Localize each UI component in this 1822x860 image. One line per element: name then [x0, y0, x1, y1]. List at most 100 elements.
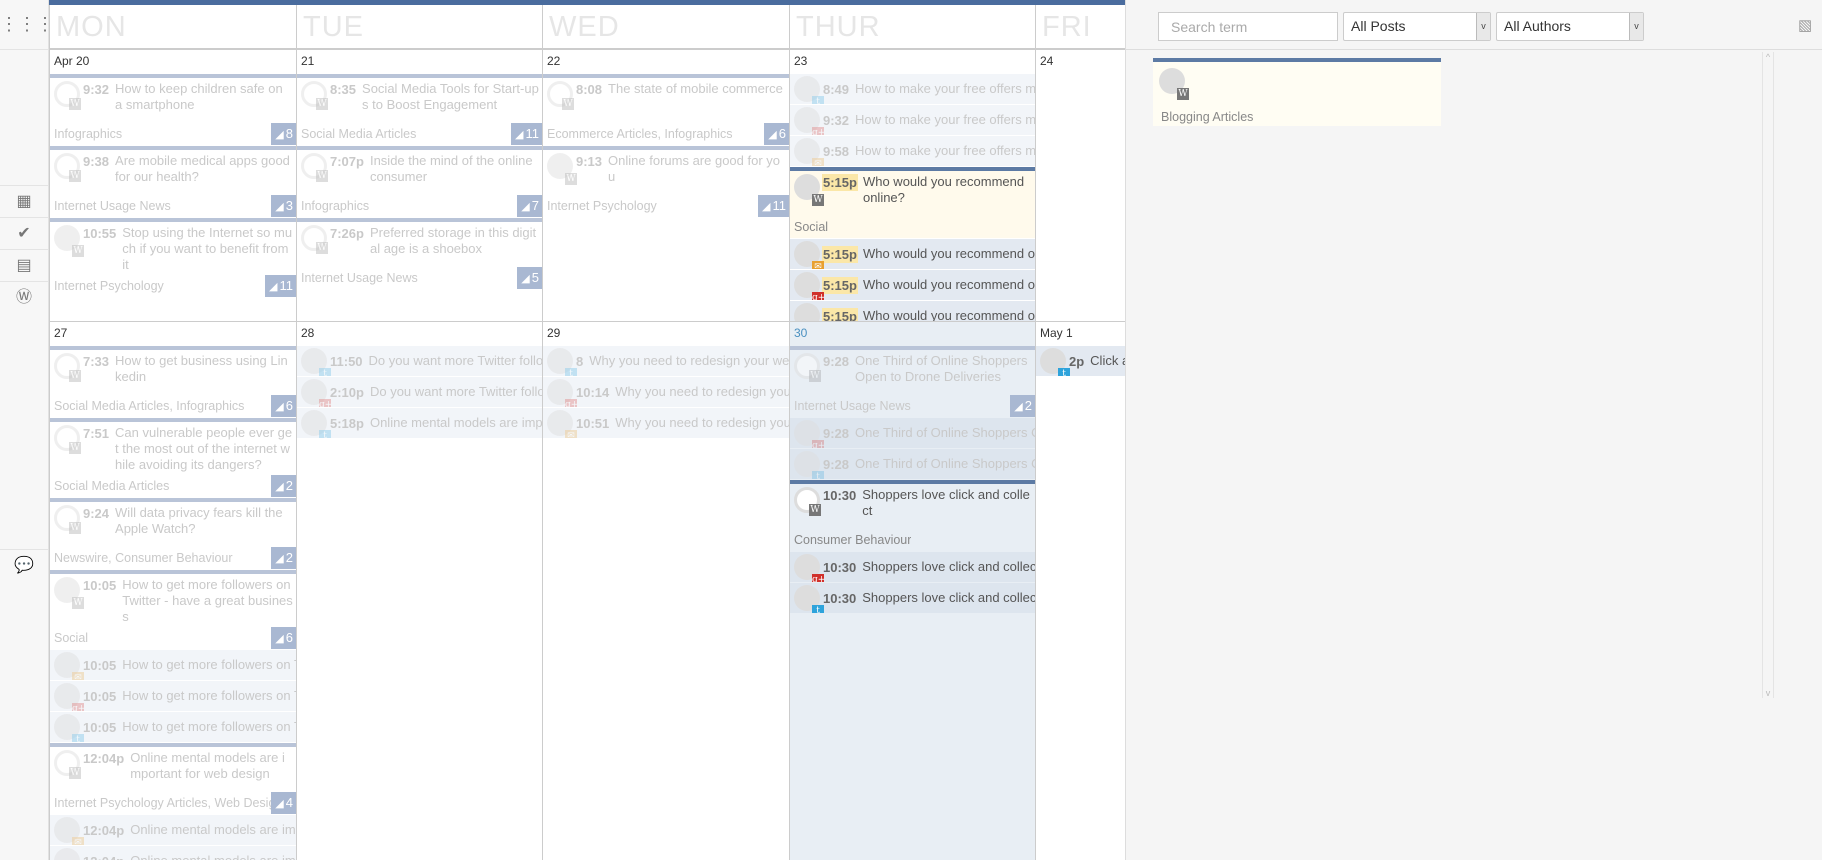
post-card[interactable]: W 10:55 Stop using the Internet so much if…	[50, 218, 296, 297]
post-title: How to get business using Linkedin	[115, 353, 288, 384]
post-card[interactable]: W 7:26p Preferred storage in this digital …	[297, 218, 542, 289]
calendar-icon[interactable]: ▦	[0, 185, 48, 217]
post-card[interactable]: W 7:33 How to get business using Linkedin S…	[50, 346, 296, 417]
hide-panel-icon[interactable]: ▧	[1798, 16, 1812, 34]
post-card[interactable]: W 5:15p Who would you recommend online? Soc…	[790, 167, 1035, 238]
stats-badge[interactable]: ◢ 2	[271, 475, 296, 497]
social-post[interactable]: ✉ 10:05 How to get more followers on T	[50, 650, 296, 680]
post-card[interactable]: W 9:24 Will data privacy fears kill the Ap…	[50, 498, 296, 569]
wordpress-icon[interactable]: Ⓦ	[0, 281, 48, 313]
stats-badge[interactable]: ◢ 4	[271, 792, 296, 814]
document-icon[interactable]: ▤	[0, 249, 48, 281]
stats-badge[interactable]: ◢ 3	[271, 195, 296, 217]
post-card[interactable]: W 9:13 Online forums are good for you Inter…	[543, 146, 789, 217]
posts-filter-value: All Posts	[1351, 18, 1406, 34]
search-input[interactable]	[1158, 12, 1338, 41]
google-plus-icon: g+	[812, 574, 825, 582]
stats-badge[interactable]: ◢ 11	[758, 195, 789, 217]
post-time: 5:15p	[822, 174, 858, 191]
bar-chart-icon: ◢	[275, 129, 284, 141]
post-card[interactable]: W 10:05 How to get more followers on Twitt…	[50, 570, 296, 649]
day-cell[interactable]: Apr 20 W 9:32 How to keep children safe on …	[49, 49, 296, 321]
social-post[interactable]: t 5:18p Online mental models are impo	[297, 408, 542, 438]
post-title: One Third of Online Shoppers Op	[855, 456, 1035, 471]
day-cell[interactable]: 28 t 11:50 Do you want more Twitter follow-…	[296, 321, 542, 860]
social-post[interactable]: ✉ 10:51 Why you need to redesign your	[543, 408, 789, 438]
stats-badge[interactable]: ◢ 6	[271, 395, 296, 417]
social-post[interactable]: t 9:28 One Third of Online Shoppers Op	[790, 449, 1035, 479]
scrollbar[interactable]: ^ v	[1762, 52, 1774, 698]
stats-badge[interactable]: ◢ 6	[271, 627, 296, 649]
post-title: Do you want more Twitter follow-	[368, 353, 542, 368]
post-card[interactable]: W 8:35 Social Media Tools for Start-ups to…	[297, 74, 542, 145]
comment-icon[interactable]: 💬	[0, 549, 48, 581]
post-title: Do you want more Twitter follow-	[369, 384, 542, 399]
post-title: Shoppers love click and collect	[862, 487, 1030, 518]
post-footer: Internet Usage News ◢ 3	[50, 193, 296, 217]
stats-badge[interactable]: ◢ 2	[271, 547, 296, 569]
posts-filter-select[interactable]: All Posts v	[1343, 12, 1491, 41]
bar-chart-icon: ◢	[275, 633, 284, 645]
post-time: 8:49	[823, 81, 850, 97]
stats-badge[interactable]: ◢ 11	[265, 275, 296, 297]
post-card[interactable]: W 7:07p Inside the mind of the online cons…	[297, 146, 542, 217]
social-post[interactable]: g+12:04p Online mental models are imp	[50, 846, 296, 860]
post-time: 10:30	[823, 488, 857, 503]
authors-filter-select[interactable]: All Authors v	[1496, 12, 1644, 41]
social-post[interactable]: t 8 Why you need to redesign your web	[543, 346, 789, 376]
stats-badge[interactable]: ◢ 6	[764, 123, 789, 145]
social-post[interactable]: g+ 9:32 How to make your free offers mor	[790, 105, 1035, 135]
stats-badge[interactable]: ◢ 5	[517, 267, 542, 289]
social-post[interactable]: g+ 5:15p Who would you recommend onli	[790, 270, 1035, 300]
stats-badge[interactable]: ◢ 8	[271, 123, 296, 145]
social-post[interactable]: ✉ 12:04p Online mental models are imp	[50, 815, 296, 845]
post-card[interactable]: W 9:28 One Third of Online Shoppers Open t…	[790, 346, 1035, 417]
social-post[interactable]: g+ 10:05 How to get more followers on T	[50, 681, 296, 711]
avatar: g+	[54, 683, 85, 711]
post-title: Can vulnerable people ever get the most …	[115, 425, 293, 472]
scroll-up-icon[interactable]: ^	[1763, 52, 1773, 62]
post-card[interactable]: W 12:04p Online mental models are importan…	[50, 743, 296, 814]
social-post[interactable]: g+ 10:30 Shoppers love click and collect {	[790, 552, 1035, 582]
day-cell[interactable]: 27 W 7:33 How to get business using Linkedi…	[49, 321, 296, 860]
bar-chart-icon: ◢	[521, 273, 530, 285]
post-time: 5:15p	[822, 307, 858, 321]
social-post[interactable]: ✉ 5:15p Who would you recommend onli	[790, 239, 1035, 269]
draft-card[interactable]: W Blogging Articles	[1153, 58, 1441, 126]
day-cell[interactable]: 24	[1035, 49, 1125, 321]
social-post[interactable]: t 10:30 Shoppers love click and collect {	[790, 583, 1035, 613]
day-cell[interactable]: May 1 t2p Click ar	[1035, 321, 1125, 860]
stats-badge[interactable]: ◢ 2	[1010, 395, 1035, 417]
social-post[interactable]: t 8:49 How to make your free offers mor	[790, 74, 1035, 104]
bar-chart-icon: ◢	[269, 281, 278, 293]
day-cell[interactable]: 22 W 8:08 The state of mobile commerce Ecomm…	[542, 49, 789, 321]
stats-count: 4	[285, 795, 293, 810]
social-post[interactable]: ✉ 9:58 How to make your free offers mor	[790, 136, 1035, 166]
day-cell[interactable]: 29 t 8 Why you need to redesign your web g+ 1…	[542, 321, 789, 860]
day-cell[interactable]: 21 W 8:35 Social Media Tools for Start-ups …	[296, 49, 542, 321]
social-post[interactable]: t2p Click ar	[1036, 346, 1125, 376]
post-category: Ecommerce Articles, Infographics	[547, 127, 733, 141]
post-card[interactable]: W 9:38 Are mobile medical apps good for ou…	[50, 146, 296, 217]
apps-grid-icon[interactable]: ⋮⋮⋮	[0, 8, 54, 40]
avatar: W	[54, 750, 81, 779]
social-post[interactable]: g+ 10:14 Why you need to redesign your	[543, 377, 789, 407]
post-card[interactable]: W 8:08 The state of mobile commerce Ecommer…	[543, 74, 789, 145]
social-post[interactable]: t 10:05 How to get more followers on T	[50, 712, 296, 742]
avatar: W	[794, 353, 821, 382]
stats-badge[interactable]: ◢ 7	[517, 195, 542, 217]
post-card[interactable]: W 10:30 Shoppers love click and collect Con…	[790, 480, 1035, 551]
sidebar-spacer	[0, 49, 48, 87]
day-cell[interactable]: 23 t 8:49 How to make your free offers mor g…	[789, 49, 1035, 321]
post-card[interactable]: W 7:51 Can vulnerable people ever get the …	[50, 418, 296, 497]
social-post[interactable]: g+ 9:28 One Third of Online Shoppers Op	[790, 418, 1035, 448]
checkmark-icon[interactable]: ✔	[0, 217, 48, 249]
social-post[interactable]: t5:15p Who would you recommend onli	[790, 301, 1035, 321]
post-title: Click ar	[1090, 353, 1125, 368]
scroll-down-icon[interactable]: v	[1763, 688, 1773, 698]
stats-badge[interactable]: ◢ 11	[511, 123, 542, 145]
day-cell[interactable]: 30 W 9:28 One Third of Online Shoppers Open…	[789, 321, 1035, 860]
post-card[interactable]: W 9:32 How to keep children safe on a smar…	[50, 74, 296, 145]
social-post[interactable]: g+ 2:10p Do you want more Twitter follow-	[297, 377, 542, 407]
social-post[interactable]: t 11:50 Do you want more Twitter follow-	[297, 346, 542, 376]
